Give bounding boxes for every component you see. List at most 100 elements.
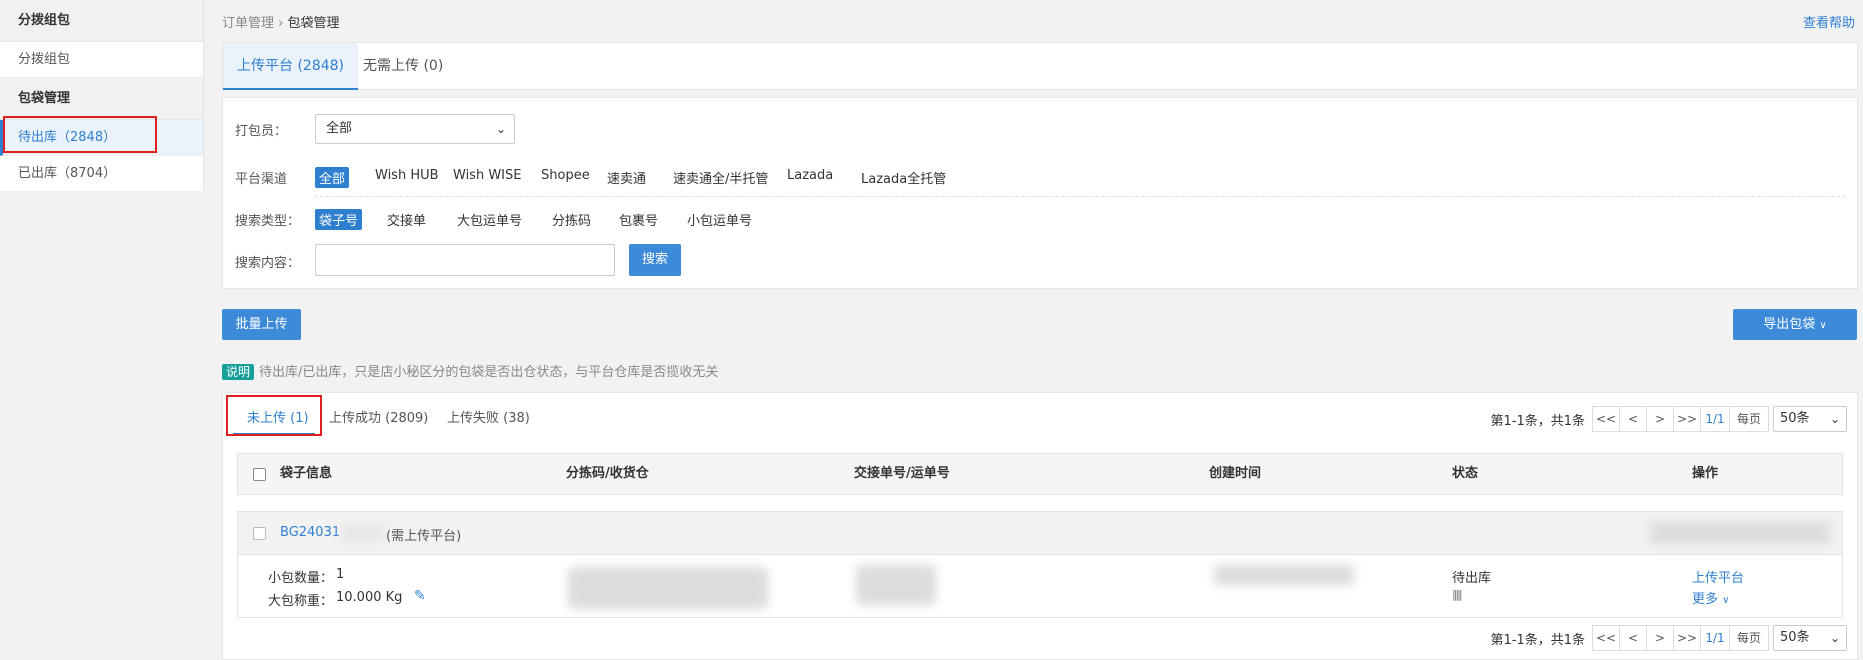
sidebar-group-bag-management: 包袋管理 (0, 78, 203, 120)
small-pkg-value: 1 (336, 567, 345, 582)
help-link[interactable]: 查看帮助 (1803, 12, 1855, 31)
per-page-select[interactable]: 50条 ⌄ (1773, 625, 1847, 651)
edit-icon[interactable]: ✎ (414, 588, 426, 604)
pager-next-button[interactable]: > (1646, 625, 1674, 651)
per-page-select[interactable]: 50条 ⌄ (1773, 406, 1847, 432)
col-bag-info: 袋子信息 (280, 466, 333, 481)
batch-upload-button[interactable]: 批量上传 (222, 309, 301, 340)
packer-select-value: 全部 (326, 121, 353, 136)
redacted-bag-suffix (342, 524, 384, 542)
table-header: 袋子信息 分拣码/收货仓 交接单号/运单号 创建时间 状态 操作 (237, 453, 1843, 495)
per-page-label: 每页 (1729, 625, 1769, 651)
col-status: 状态 (1452, 466, 1479, 481)
weight-value: 10.000 Kg (336, 590, 403, 605)
breadcrumb-parent[interactable]: 订单管理 (222, 16, 274, 31)
results-panel: 未上传 (1) 上传成功 (2809) 上传失败 (38) 第1-1条，共1条 … (222, 392, 1858, 660)
sidebar: 分拨组包 分拨组包 包袋管理 待出库（2848） 已出库（8704） (0, 0, 204, 192)
platform-option-wish-wise[interactable]: Wish WISE (449, 167, 525, 184)
search-type-small-waybill[interactable]: 小包运单号 (683, 209, 756, 230)
sidebar-group-distribution: 分拨组包 (0, 0, 203, 42)
sidebar-item-distribution-packing[interactable]: 分拨组包 (0, 42, 203, 78)
note: 说明 待出库/已出库，只是店小秘区分的包袋是否出仓状态，与平台仓库是否揽收无关 (222, 361, 718, 380)
filter-divider (315, 196, 1845, 197)
chevron-down-icon: ⌄ (1829, 631, 1840, 645)
tab-upload-platform[interactable]: 上传平台 (2848) (223, 43, 359, 90)
col-actions: 操作 (1692, 466, 1719, 481)
more-label: 更多 (1692, 592, 1719, 607)
more-dropdown[interactable]: 更多 ∨ (1692, 588, 1729, 607)
platform-option-lazada[interactable]: Lazada (783, 167, 837, 184)
search-type-package-no[interactable]: 包裹号 (615, 209, 662, 230)
bag-number-link[interactable]: BG24031 (280, 525, 340, 540)
search-type-master-waybill[interactable]: 大包运单号 (453, 209, 526, 230)
row-checkbox[interactable] (253, 527, 266, 540)
redacted-waybill (856, 565, 936, 605)
breadcrumb: 订单管理 › 包袋管理 (222, 12, 340, 31)
redacted-created-time (1214, 565, 1354, 585)
export-bags-label: 导出包袋 (1763, 317, 1816, 332)
filter-panel: 打包员： 全部 ⌄ 平台渠道 全部 Wish HUB Wish WISE Sho… (222, 97, 1858, 289)
tab-upload-failed[interactable]: 上传失败 (38) (447, 407, 530, 426)
select-all-checkbox[interactable] (253, 468, 266, 481)
chevron-down-icon: ∨ (1819, 320, 1827, 331)
platform-label: 平台渠道 (235, 172, 288, 187)
platform-option-shopee[interactable]: Shopee (537, 167, 594, 184)
platform-option-lazada-managed[interactable]: Lazada全托管 (857, 167, 950, 188)
pager-last-button[interactable]: >> (1673, 406, 1701, 432)
packer-label: 打包员： (235, 124, 288, 139)
col-handover-waybill: 交接单号/运单号 (854, 466, 950, 481)
tab-no-upload[interactable]: 无需上传 (0) (349, 43, 457, 90)
weight-label: 大包称重： (268, 594, 334, 609)
platform-option-aliexpress[interactable]: 速卖通 (603, 167, 650, 188)
pager-current: 1/1 (1700, 625, 1730, 651)
packer-select[interactable]: 全部 ⌄ (315, 114, 515, 144)
pager-info: 第1-1条，共1条 (1490, 413, 1585, 429)
chevron-down-icon: ⌄ (495, 122, 506, 136)
pager-first-button[interactable]: << (1592, 625, 1620, 651)
highlight-box-sidebar (3, 116, 157, 153)
note-badge: 说明 (222, 364, 255, 380)
chevron-down-icon: ⌄ (1829, 412, 1840, 426)
platform-option-aliexpress-managed[interactable]: 速卖通全/半托管 (669, 167, 772, 188)
col-sort-code: 分拣码/收货仓 (566, 466, 649, 481)
barcode-icon: ||||| (1452, 588, 1462, 601)
table-row: 小包数量： 1 大包称重： 10.000 Kg ✎ 待出库 ||||| 上传平台… (237, 554, 1843, 618)
platform-option-wish-hub[interactable]: Wish HUB (371, 167, 443, 184)
export-bags-button[interactable]: 导出包袋 ∨ (1733, 309, 1857, 340)
pager-info: 第1-1条，共1条 (1490, 632, 1585, 648)
small-pkg-label: 小包数量： (268, 571, 334, 586)
breadcrumb-separator: › (278, 16, 284, 31)
redacted-row-meta (1650, 522, 1830, 544)
pager-current: 1/1 (1700, 406, 1730, 432)
highlight-box-tab (226, 395, 322, 436)
search-type-handover[interactable]: 交接单 (383, 209, 430, 230)
search-button[interactable]: 搜索 (629, 244, 681, 276)
search-content-label: 搜索内容： (235, 256, 301, 271)
upper-tabs: 上传平台 (2848) 无需上传 (0) (222, 42, 1858, 90)
col-created-time: 创建时间 (1209, 466, 1262, 481)
pager-last-button[interactable]: >> (1673, 625, 1701, 651)
pager-top: 第1-1条，共1条 << < > >> 1/1 每页 50条 ⌄ (1490, 406, 1847, 432)
search-type-label: 搜索类型： (235, 214, 301, 229)
per-page-value: 50条 (1780, 411, 1810, 426)
tab-upload-success[interactable]: 上传成功 (2809) (329, 407, 428, 426)
pager-prev-button[interactable]: < (1619, 625, 1647, 651)
platform-option-all[interactable]: 全部 (315, 167, 350, 188)
redacted-sort-code (568, 567, 768, 609)
search-type-bag-no[interactable]: 袋子号 (315, 209, 363, 230)
per-page-value: 50条 (1780, 630, 1810, 645)
pager-first-button[interactable]: << (1592, 406, 1620, 432)
bag-note: (需上传平台) (386, 529, 462, 544)
search-input[interactable] (315, 244, 615, 276)
table-row-header: BG24031 (需上传平台) (237, 511, 1843, 555)
sidebar-item-shipped[interactable]: 已出库（8704） (0, 156, 203, 192)
chevron-down-icon: ∨ (1722, 595, 1730, 606)
search-type-sort-code[interactable]: 分拣码 (548, 209, 595, 230)
breadcrumb-current: 包袋管理 (287, 16, 340, 31)
note-text: 待出库/已出库，只是店小秘区分的包袋是否出仓状态，与平台仓库是否揽收无关 (259, 365, 719, 380)
status-text: 待出库 (1452, 571, 1492, 586)
pager-next-button[interactable]: > (1646, 406, 1674, 432)
pager-bottom: 第1-1条，共1条 << < > >> 1/1 每页 50条 ⌄ (1490, 625, 1847, 651)
upload-platform-link[interactable]: 上传平台 (1692, 567, 1744, 586)
pager-prev-button[interactable]: < (1619, 406, 1647, 432)
